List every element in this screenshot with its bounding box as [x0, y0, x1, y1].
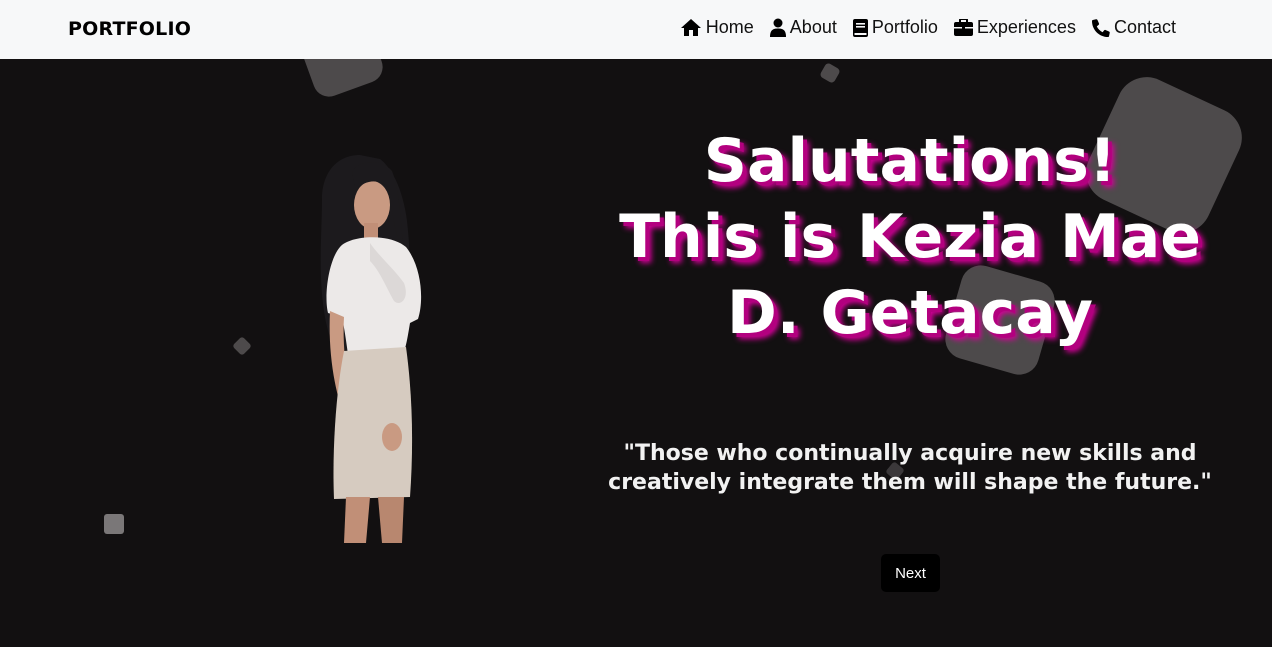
decorative-square: [104, 514, 124, 534]
hero-section: Salutations! This is Kezia Mae D. Getaca…: [0, 59, 1272, 647]
phone-icon: [1091, 18, 1110, 37]
quote-line: "Those who continually acquire new skill…: [623, 441, 1197, 466]
heading-line: D. Getacay: [727, 278, 1093, 348]
home-icon: [680, 18, 702, 37]
hero-heading: Salutations! This is Kezia Mae D. Getaca…: [600, 123, 1220, 351]
decorative-square: [819, 62, 841, 84]
portrait-image: [320, 155, 422, 543]
navbar: PORTFOLIO Home About Portfolio Experienc…: [0, 0, 1272, 59]
user-icon: [769, 18, 786, 37]
nav-item-label: Home: [705, 17, 754, 37]
book-icon: [852, 18, 868, 37]
heading-line: Salutations!: [703, 126, 1117, 196]
decorative-square: [232, 336, 252, 356]
nav-item-label: About: [789, 17, 837, 37]
briefcase-icon: [953, 19, 973, 36]
nav-menu: Home About Portfolio Experiences Contact: [680, 17, 1176, 38]
nav-item-portfolio[interactable]: Portfolio: [852, 17, 938, 38]
decorative-square: [294, 59, 388, 102]
nav-item-label: Experiences: [976, 17, 1076, 37]
nav-item-about[interactable]: About: [769, 17, 837, 38]
quote-line: creatively integrate them will shape the…: [608, 470, 1212, 495]
brand-logo[interactable]: PORTFOLIO: [68, 18, 191, 40]
heading-line: This is Kezia Mae: [619, 202, 1201, 272]
nav-item-contact[interactable]: Contact: [1091, 17, 1176, 38]
nav-item-experiences[interactable]: Experiences: [953, 17, 1076, 38]
next-button[interactable]: Next: [881, 554, 940, 592]
nav-item-home[interactable]: Home: [680, 17, 754, 38]
nav-item-label: Portfolio: [871, 17, 938, 37]
hero-quote: "Those who continually acquire new skill…: [600, 439, 1220, 497]
nav-item-label: Contact: [1113, 17, 1176, 37]
